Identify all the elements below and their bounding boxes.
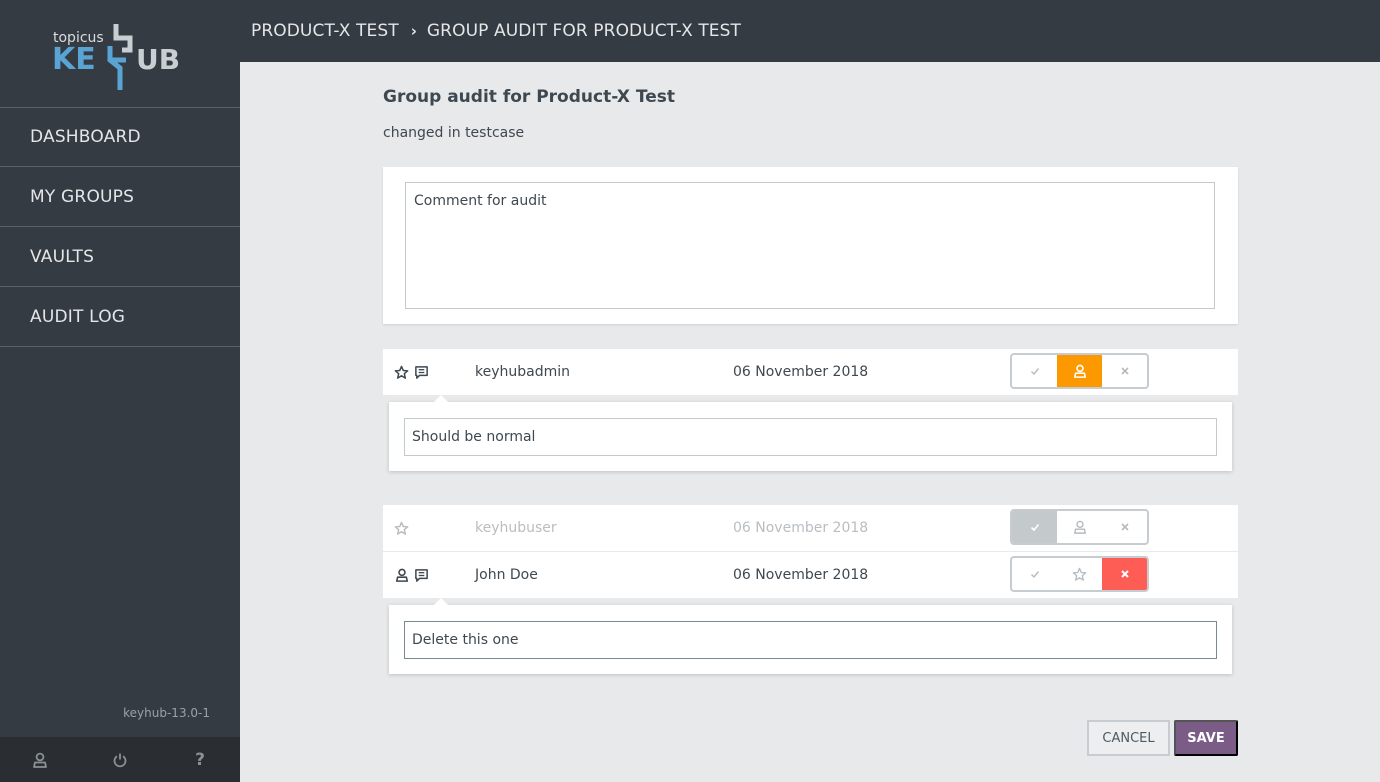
member-name: keyhubadmin <box>475 364 571 380</box>
remove-button[interactable] <box>1102 511 1147 543</box>
member-date: 06 November 2018 <box>733 364 869 380</box>
check-icon <box>1030 368 1039 376</box>
user-icon <box>33 752 47 768</box>
save-button[interactable]: SAVE <box>1174 720 1238 756</box>
keep-button[interactable] <box>1012 355 1057 387</box>
close-icon <box>1120 523 1129 531</box>
user-icon <box>1073 520 1086 534</box>
sidebar-item-my-groups[interactable]: MY GROUPS <box>0 167 240 227</box>
member-comment-popover <box>389 395 1232 471</box>
audit-comment-textarea[interactable]: Comment for audit <box>405 182 1215 309</box>
member-name: keyhubuser <box>475 520 557 536</box>
make-normal-button[interactable] <box>1057 511 1102 543</box>
breadcrumb-item-current: GROUP AUDIT FOR PRODUCT-X TEST <box>426 21 742 41</box>
check-icon <box>1030 523 1039 532</box>
member-row: keyhubuser 06 November 2018 <box>383 505 1238 551</box>
chevron-right-icon: › <box>410 22 417 40</box>
close-icon <box>1120 367 1129 375</box>
comment-icon[interactable] <box>414 365 429 380</box>
page-title: Group audit for Product-X Test <box>383 87 676 107</box>
help-button[interactable]: ? <box>160 737 240 782</box>
remove-button[interactable] <box>1102 355 1147 387</box>
cancel-button[interactable]: CANCEL <box>1087 720 1170 756</box>
sidebar-footer: ? <box>0 737 240 782</box>
star-icon <box>1072 567 1087 581</box>
member-date: 06 November 2018 <box>733 567 869 583</box>
breadcrumb-item-group[interactable]: PRODUCT-X TEST <box>251 21 399 41</box>
close-icon <box>1120 570 1129 578</box>
power-icon <box>113 753 127 767</box>
member-comment-input[interactable] <box>404 621 1217 659</box>
logo-hub-text: UB <box>136 43 180 76</box>
keep-button[interactable] <box>1012 511 1057 543</box>
sidebar-item-vaults[interactable]: VAULTS <box>0 227 240 287</box>
header-breadcrumb: PRODUCT-X TEST › GROUP AUDIT FOR PRODUCT… <box>240 0 1380 62</box>
sidebar-item-dashboard[interactable]: DASHBOARD <box>0 108 240 167</box>
make-manager-button[interactable] <box>1057 558 1102 590</box>
member-row: keyhubadmin 06 November 2018 <box>383 349 1238 395</box>
help-icon: ? <box>195 749 205 770</box>
member-date: 06 November 2018 <box>733 520 869 536</box>
keep-button[interactable] <box>1012 558 1057 590</box>
member-action-toggle <box>1010 353 1149 389</box>
user-icon[interactable] <box>394 568 409 583</box>
comment-icon[interactable] <box>414 568 429 583</box>
version-label: keyhub-13.0-1 <box>123 706 210 720</box>
member-action-toggle <box>1010 556 1149 592</box>
remove-button[interactable] <box>1102 558 1147 590</box>
profile-button[interactable] <box>0 737 80 782</box>
audit-comment-card: Comment for audit <box>383 167 1238 324</box>
check-icon <box>1030 571 1039 579</box>
member-action-toggle <box>1010 509 1149 545</box>
star-icon[interactable] <box>394 521 409 536</box>
member-name: John Doe <box>475 567 538 583</box>
logo-key-text: KE <box>52 42 96 77</box>
logout-button[interactable] <box>80 737 160 782</box>
sidebar-nav: DASHBOARD MY GROUPS VAULTS AUDIT LOG <box>0 108 240 347</box>
star-icon[interactable] <box>394 365 409 380</box>
member-comment-popover <box>389 598 1232 674</box>
make-normal-button[interactable] <box>1057 355 1102 387</box>
page-subtitle: changed in testcase <box>383 125 525 141</box>
member-comment-input[interactable] <box>404 418 1217 456</box>
keyhub-logo[interactable]: topicus KE UB <box>0 0 240 108</box>
sidebar: topicus KE UB DASHBOARD MY GROUPS VAULTS… <box>0 0 240 782</box>
sidebar-item-audit-log[interactable]: AUDIT LOG <box>0 287 240 347</box>
member-row: John Doe 06 November 2018 <box>383 552 1238 598</box>
user-icon <box>1073 364 1086 378</box>
